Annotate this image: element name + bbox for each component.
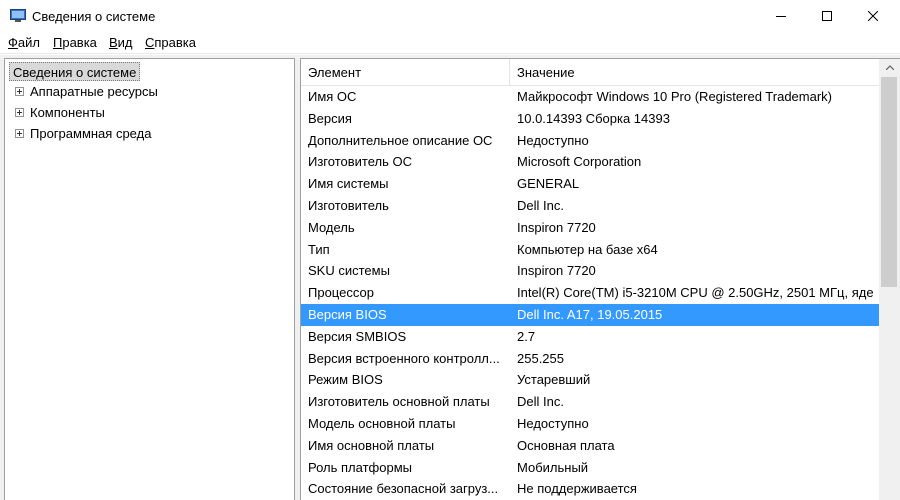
minimize-icon	[776, 16, 786, 17]
row-value-cell: Dell Inc. A17, 19.05.2015	[517, 306, 663, 322]
table-row[interactable]: Тип Компьютер на базе x64	[301, 239, 879, 261]
row-item-cell: Режим BIOS	[308, 372, 383, 388]
row-item-cell: Версия	[308, 110, 352, 126]
row-value-cell: Inspiron 7720	[517, 219, 596, 235]
maximize-icon	[822, 11, 832, 21]
row-value-cell: Недоступно	[517, 415, 589, 431]
table-row[interactable]: Версия BIOS Dell Inc. A17, 19.05.2015	[301, 303, 879, 326]
details-list[interactable]: Элемент Значение Имя ОС Майкрософт Window…	[300, 58, 900, 500]
row-value-cell: Основная плата	[517, 437, 615, 453]
row-item-cell: Процессор	[308, 285, 374, 301]
menu-edit-rest: равка	[62, 35, 97, 50]
table-row[interactable]: Режим BIOS Устаревший	[301, 369, 879, 391]
expand-icon[interactable]	[15, 129, 24, 139]
row-value-cell: Мобильный	[517, 459, 589, 475]
row-value-cell: Недоступно	[517, 132, 589, 148]
scroll-thumb[interactable]	[881, 77, 897, 287]
row-value-cell: Компьютер на базе x64	[517, 241, 658, 257]
scroll-up-button[interactable]	[879, 59, 900, 76]
column-header-item[interactable]: Элемент	[301, 59, 510, 86]
table-row[interactable]: Имя основной платы Основная плата	[301, 435, 879, 457]
row-value-cell: Intel(R) Core(TM) i5-3210M CPU @ 2.50GHz…	[517, 285, 874, 301]
row-item-cell: Имя ОС	[308, 89, 357, 104]
menu-file-rest: айл	[17, 35, 40, 50]
title-bar: Сведения о системе	[0, 0, 900, 32]
menu-view-rest: ид	[117, 35, 133, 50]
table-row[interactable]: Имя системы GENERAL	[301, 173, 879, 195]
table-row[interactable]: Версия 10.0.14393 Сборка 14393	[301, 108, 879, 130]
table-row[interactable]: Модель основной платы Недоступно	[301, 413, 879, 435]
tree-item-software-environment[interactable]: Программная среда	[15, 124, 151, 143]
table-row[interactable]: Версия SMBIOS 2.7	[301, 326, 879, 348]
chevron-up-icon	[886, 65, 894, 70]
close-icon	[868, 11, 878, 21]
menu-file-accel: Ф	[8, 35, 18, 50]
row-value-cell: GENERAL	[517, 176, 580, 192]
close-button[interactable]	[850, 0, 896, 32]
table-row[interactable]: Изготовитель ОС Microsoft Corporation	[301, 151, 879, 173]
tree-item-label: Аппаратные ресурсы	[30, 84, 158, 99]
row-item-cell: Дополнительное описание ОС	[308, 132, 493, 148]
row-item-cell: Состояние безопасной загруз...	[308, 481, 499, 497]
row-value-cell: Устаревший	[517, 372, 591, 388]
row-value-cell: Майкрософт Windows 10 Pro (Registered Tr…	[517, 89, 832, 104]
table-row[interactable]: SKU системы Inspiron 7720	[301, 260, 879, 282]
row-value-cell: Dell Inc.	[517, 197, 564, 213]
row-value-cell: Inspiron 7720	[517, 263, 596, 279]
row-item-cell: Изготовитель ОС	[308, 154, 412, 170]
table-row[interactable]: Дополнительное описание ОС Недоступно	[301, 130, 879, 152]
table-rows: Имя ОС Майкрософт Windows 10 Pro (Registe…	[301, 86, 879, 500]
menu-help-accel: С	[145, 35, 155, 50]
row-value-cell: 2.7	[517, 328, 536, 344]
row-value-cell: Dell Inc.	[517, 394, 564, 410]
row-value-cell: 10.0.14393 Сборка 14393	[517, 110, 670, 126]
row-item-cell: Модель основной платы	[308, 415, 456, 431]
table-row[interactable]: Роль платформы Мобильный	[301, 457, 879, 479]
row-value-cell: 255.255	[517, 350, 564, 366]
row-item-cell: Имя системы	[308, 176, 389, 192]
table-row[interactable]: Изготовитель основной платы Dell Inc.	[301, 391, 879, 413]
table-row[interactable]: Версия встроенного контролл... 255.255	[301, 348, 879, 370]
category-tree[interactable]: Сведения о системе Аппаратные ресурсы Ко…	[4, 58, 295, 500]
vertical-scrollbar[interactable]	[879, 59, 900, 500]
menu-help-rest: правка	[154, 35, 196, 50]
tree-item-components[interactable]: Компоненты	[15, 103, 105, 122]
table-row[interactable]: Имя ОС Майкрософт Windows 10 Pro (Registe…	[301, 86, 879, 108]
row-item-cell: Модель	[308, 219, 355, 235]
row-item-cell: Изготовитель основной платы	[308, 394, 490, 410]
table-row[interactable]: Состояние безопасной загруз... Не поддерж…	[301, 478, 879, 500]
menu-view-accel: В	[109, 35, 118, 50]
window-title: Сведения о системе	[32, 9, 156, 24]
menu-file[interactable]: Файл	[8, 35, 40, 50]
menu-edit-accel: П	[53, 35, 63, 50]
system-info-icon	[10, 9, 26, 23]
expand-icon[interactable]	[15, 108, 24, 118]
menu-edit[interactable]: Правка	[53, 35, 97, 50]
menu-view[interactable]: Вид	[109, 35, 133, 50]
tree-item-label: Программная среда	[30, 126, 152, 141]
menu-help[interactable]: Справка	[145, 35, 196, 50]
table-row[interactable]: Изготовитель Dell Inc.	[301, 195, 879, 217]
column-header-value[interactable]: Значение	[510, 59, 879, 86]
menu-bar: Файл Правка Вид Справка	[0, 32, 900, 54]
row-item-cell: Версия SMBIOS	[308, 328, 407, 344]
row-item-cell: Версия встроенного контролл...	[308, 350, 500, 366]
tree-item-hardware-resources[interactable]: Аппаратные ресурсы	[15, 82, 158, 101]
row-item-cell: SKU системы	[308, 263, 390, 279]
row-item-cell: Изготовитель	[308, 197, 389, 213]
row-value-cell: Microsoft Corporation	[517, 154, 642, 170]
row-item-cell: Роль платформы	[308, 459, 412, 475]
row-item-cell: Тип	[308, 241, 330, 257]
minimize-button[interactable]	[758, 0, 804, 32]
tree-item-system-summary[interactable]: Сведения о системе	[9, 62, 141, 81]
table-row[interactable]: Модель Inspiron 7720	[301, 217, 879, 239]
list-header: Элемент Значение	[301, 59, 879, 86]
row-value-cell: Не поддерживается	[517, 481, 637, 497]
table-row[interactable]: Процессор Intel(R) Core(TM) i5-3210M CPU …	[301, 282, 879, 304]
maximize-button[interactable]	[804, 0, 850, 32]
expand-icon[interactable]	[15, 87, 24, 97]
tree-item-label: Компоненты	[30, 105, 105, 120]
row-item-cell: Имя основной платы	[308, 437, 435, 453]
row-item-cell: Версия BIOS	[308, 306, 387, 322]
